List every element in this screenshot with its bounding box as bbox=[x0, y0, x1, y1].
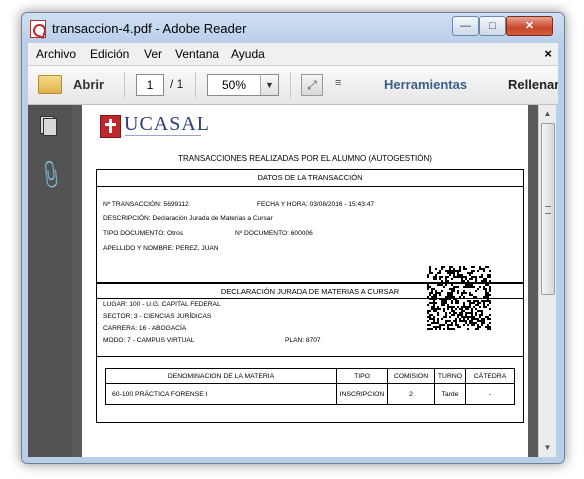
toolbar: Abrir 1 / 1 50% ▼ ⤢ ≡ Herramientas Relle… bbox=[28, 66, 558, 105]
menu-ver[interactable]: Ver bbox=[144, 47, 162, 61]
vertical-scrollbar[interactable]: ▲ ▼ bbox=[538, 105, 556, 457]
declaration-heading: DECLARACIÓN JURADA DE MATERIAS A CURSAR bbox=[220, 287, 400, 296]
subjects-table: DENOMINACION DE LA MATERIA TIPO COMISION… bbox=[105, 368, 515, 405]
toolbar-divider bbox=[124, 72, 125, 98]
document-title: TRANSACCIONES REALIZADAS POR EL ALUMNO (… bbox=[178, 154, 432, 163]
document-type: TIPO DOCUMENTO: Otros bbox=[103, 230, 184, 237]
subject-cell: 60-100 PRÁCTICA FORENSE I bbox=[105, 383, 337, 405]
fill-sign-button[interactable]: Rellenar y firmar bbox=[508, 77, 558, 92]
logo-text: UCASAL bbox=[124, 113, 211, 135]
maximize-button[interactable]: □ bbox=[479, 16, 506, 36]
minimize-button[interactable]: — bbox=[452, 16, 479, 36]
career-field: CARRERA: 16 - ABOGACÍA bbox=[103, 325, 187, 332]
document-viewport: UCASAL TRANSACCIONES REALIZADAS POR EL A… bbox=[72, 105, 538, 457]
open-folder-icon[interactable] bbox=[38, 75, 62, 94]
window-title: transaccion-4.pdf - Adobe Reader bbox=[52, 21, 247, 36]
transaction-heading: DATOS DE LA TRANSACCIÓN bbox=[257, 173, 363, 182]
scroll-thumb[interactable] bbox=[541, 123, 555, 295]
toolbar-divider bbox=[290, 72, 291, 98]
sector-field: SECTOR: 3 - CIENCIAS JURÍDICAS bbox=[103, 313, 212, 320]
transaction-description: DESCRIPCIÓN: Declaración Jurada de Mater… bbox=[103, 215, 273, 222]
table-header-row: DENOMINACION DE LA MATERIA TIPO COMISION… bbox=[105, 368, 515, 384]
pdf-file-icon bbox=[30, 20, 46, 38]
type-cell: INSCRIPCION bbox=[336, 383, 388, 405]
zoom-select[interactable]: 50% ▼ bbox=[207, 74, 279, 96]
menu-edicion[interactable]: Edición bbox=[90, 47, 129, 61]
page-number-input[interactable]: 1 bbox=[136, 74, 164, 96]
adobe-reader-window: transaccion-4.pdf - Adobe Reader — □ ✕ A… bbox=[21, 12, 565, 464]
divider bbox=[97, 186, 523, 187]
close-window-button[interactable]: ✕ bbox=[506, 16, 553, 36]
open-button[interactable]: Abrir bbox=[73, 77, 104, 92]
column-header: COMISION bbox=[387, 368, 435, 384]
chevron-down-icon[interactable]: ▼ bbox=[260, 75, 278, 95]
transaction-datetime: FECHA Y HORA: 03/08/2016 - 15:43:47 bbox=[257, 201, 375, 208]
commission-cell: 2 bbox=[387, 383, 435, 405]
student-name: APELLIDO Y NOMBRE: PEREZ, JUAN bbox=[103, 245, 219, 252]
divider bbox=[97, 356, 523, 357]
navigation-pane: 📎 bbox=[28, 105, 72, 457]
column-header: CÁTEDRA bbox=[465, 368, 515, 384]
mode-field: MODO: 7 - CAMPUS VIRTUAL bbox=[103, 337, 195, 344]
document-number: Nº DOCUMENTO: 600006 bbox=[235, 230, 313, 237]
declaration-section: DECLARACIÓN JURADA DE MATERIAS A CURSAR … bbox=[96, 283, 524, 423]
full-screen-icon[interactable]: ⤢ bbox=[301, 74, 323, 96]
zoom-value: 50% bbox=[222, 78, 247, 92]
toolbar-divider bbox=[195, 72, 196, 98]
table-row: 60-100 PRÁCTICA FORENSE I INSCRIPCION 2 … bbox=[105, 383, 515, 405]
pdf-page: UCASAL TRANSACCIONES REALIZADAS POR EL A… bbox=[82, 105, 528, 457]
menu-bar: Archivo Edición Ver Ventana Ayuda × bbox=[28, 43, 558, 66]
tools-button[interactable]: Herramientas bbox=[384, 77, 467, 92]
menu-ayuda[interactable]: Ayuda bbox=[231, 47, 265, 61]
attachments-icon[interactable]: 📎 bbox=[34, 157, 67, 191]
place-field: LUGAR: 100 - U.G. CAPITAL FEDERAL bbox=[103, 301, 221, 308]
divider bbox=[97, 298, 523, 299]
scroll-up-icon[interactable]: ▲ bbox=[539, 107, 556, 121]
close-document-button[interactable]: × bbox=[544, 46, 552, 61]
shield-icon bbox=[100, 115, 121, 138]
plan-field: PLAN: 8707 bbox=[285, 337, 321, 344]
shift-cell: Tarde bbox=[434, 383, 466, 405]
page-thumbnails-icon[interactable] bbox=[40, 116, 57, 136]
column-header: TIPO bbox=[336, 368, 388, 384]
transaction-number: Nº TRANSACCIÓN: 5699112 bbox=[103, 201, 189, 208]
title-bar[interactable]: transaccion-4.pdf - Adobe Reader — □ ✕ bbox=[22, 13, 564, 43]
menu-archivo[interactable]: Archivo bbox=[36, 47, 76, 61]
column-header: TURNO bbox=[434, 368, 466, 384]
page-total: / 1 bbox=[170, 77, 184, 91]
transaction-section: DATOS DE LA TRANSACCIÓN Nº TRANSACCIÓN: … bbox=[96, 169, 524, 330]
customize-toolbar-icon[interactable]: ≡ bbox=[335, 77, 341, 89]
menu-ventana[interactable]: Ventana bbox=[175, 47, 219, 61]
scroll-down-icon[interactable]: ▼ bbox=[539, 441, 556, 455]
logo-underline bbox=[125, 135, 201, 137]
chair-cell: - bbox=[465, 383, 515, 405]
column-header: DENOMINACION DE LA MATERIA bbox=[105, 368, 337, 384]
